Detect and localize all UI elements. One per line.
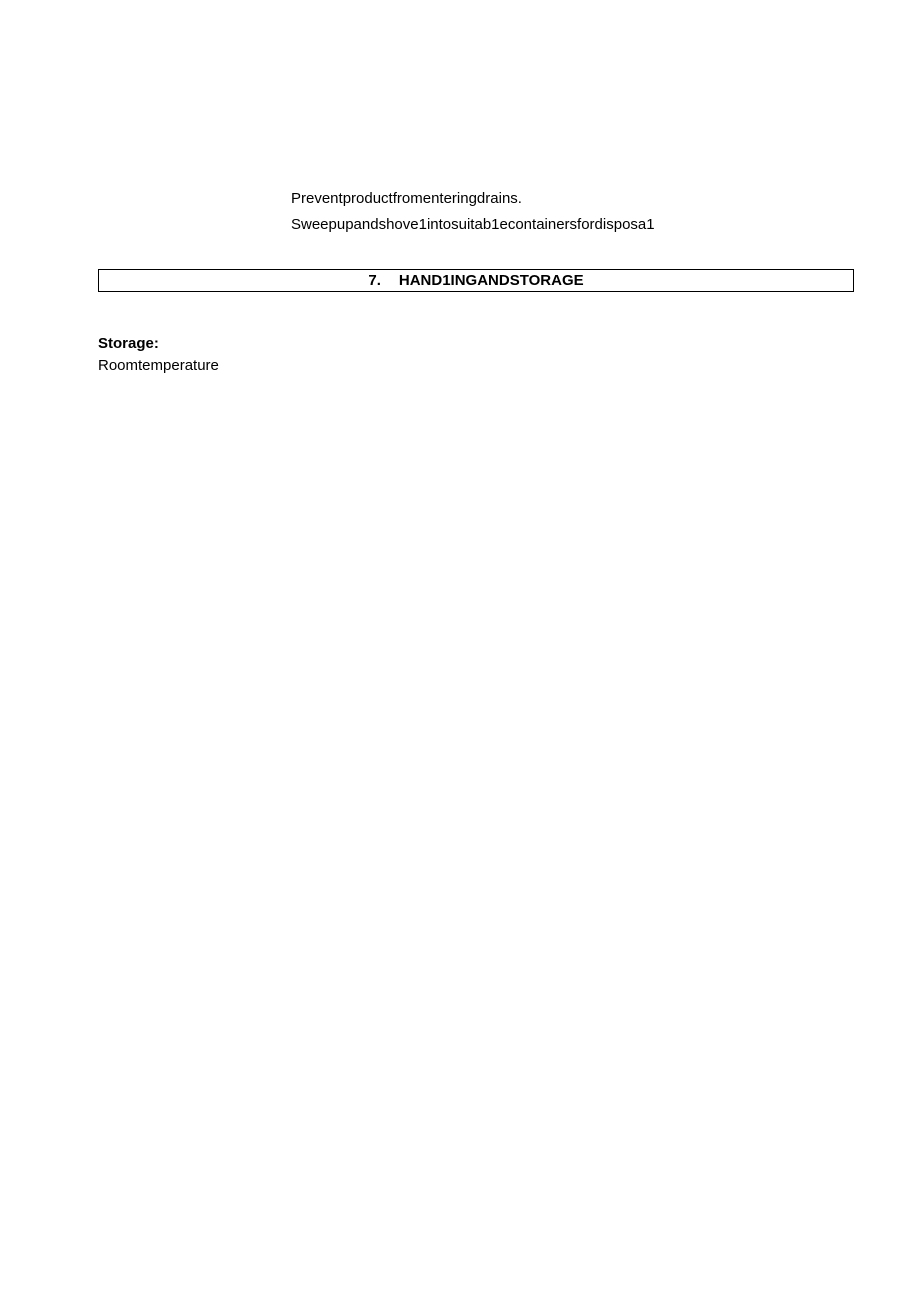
body-line-1: Preventproductfromenteringdrains.: [291, 186, 854, 212]
storage-label: Storage:: [98, 335, 854, 352]
section-number: 7.: [368, 272, 399, 289]
section-header: 7.HAND1INGANDSTORAGE: [98, 269, 854, 292]
storage-block: Storage: Roomtemperature: [98, 335, 854, 374]
storage-value: Roomtemperature: [98, 357, 854, 374]
document-content: Preventproductfromenteringdrains. Sweepu…: [98, 186, 854, 374]
body-line-2: Sweepupandshove1intosuitab1econtainersfo…: [291, 212, 854, 238]
section-title: HAND1INGANDSTORAGE: [399, 272, 584, 289]
